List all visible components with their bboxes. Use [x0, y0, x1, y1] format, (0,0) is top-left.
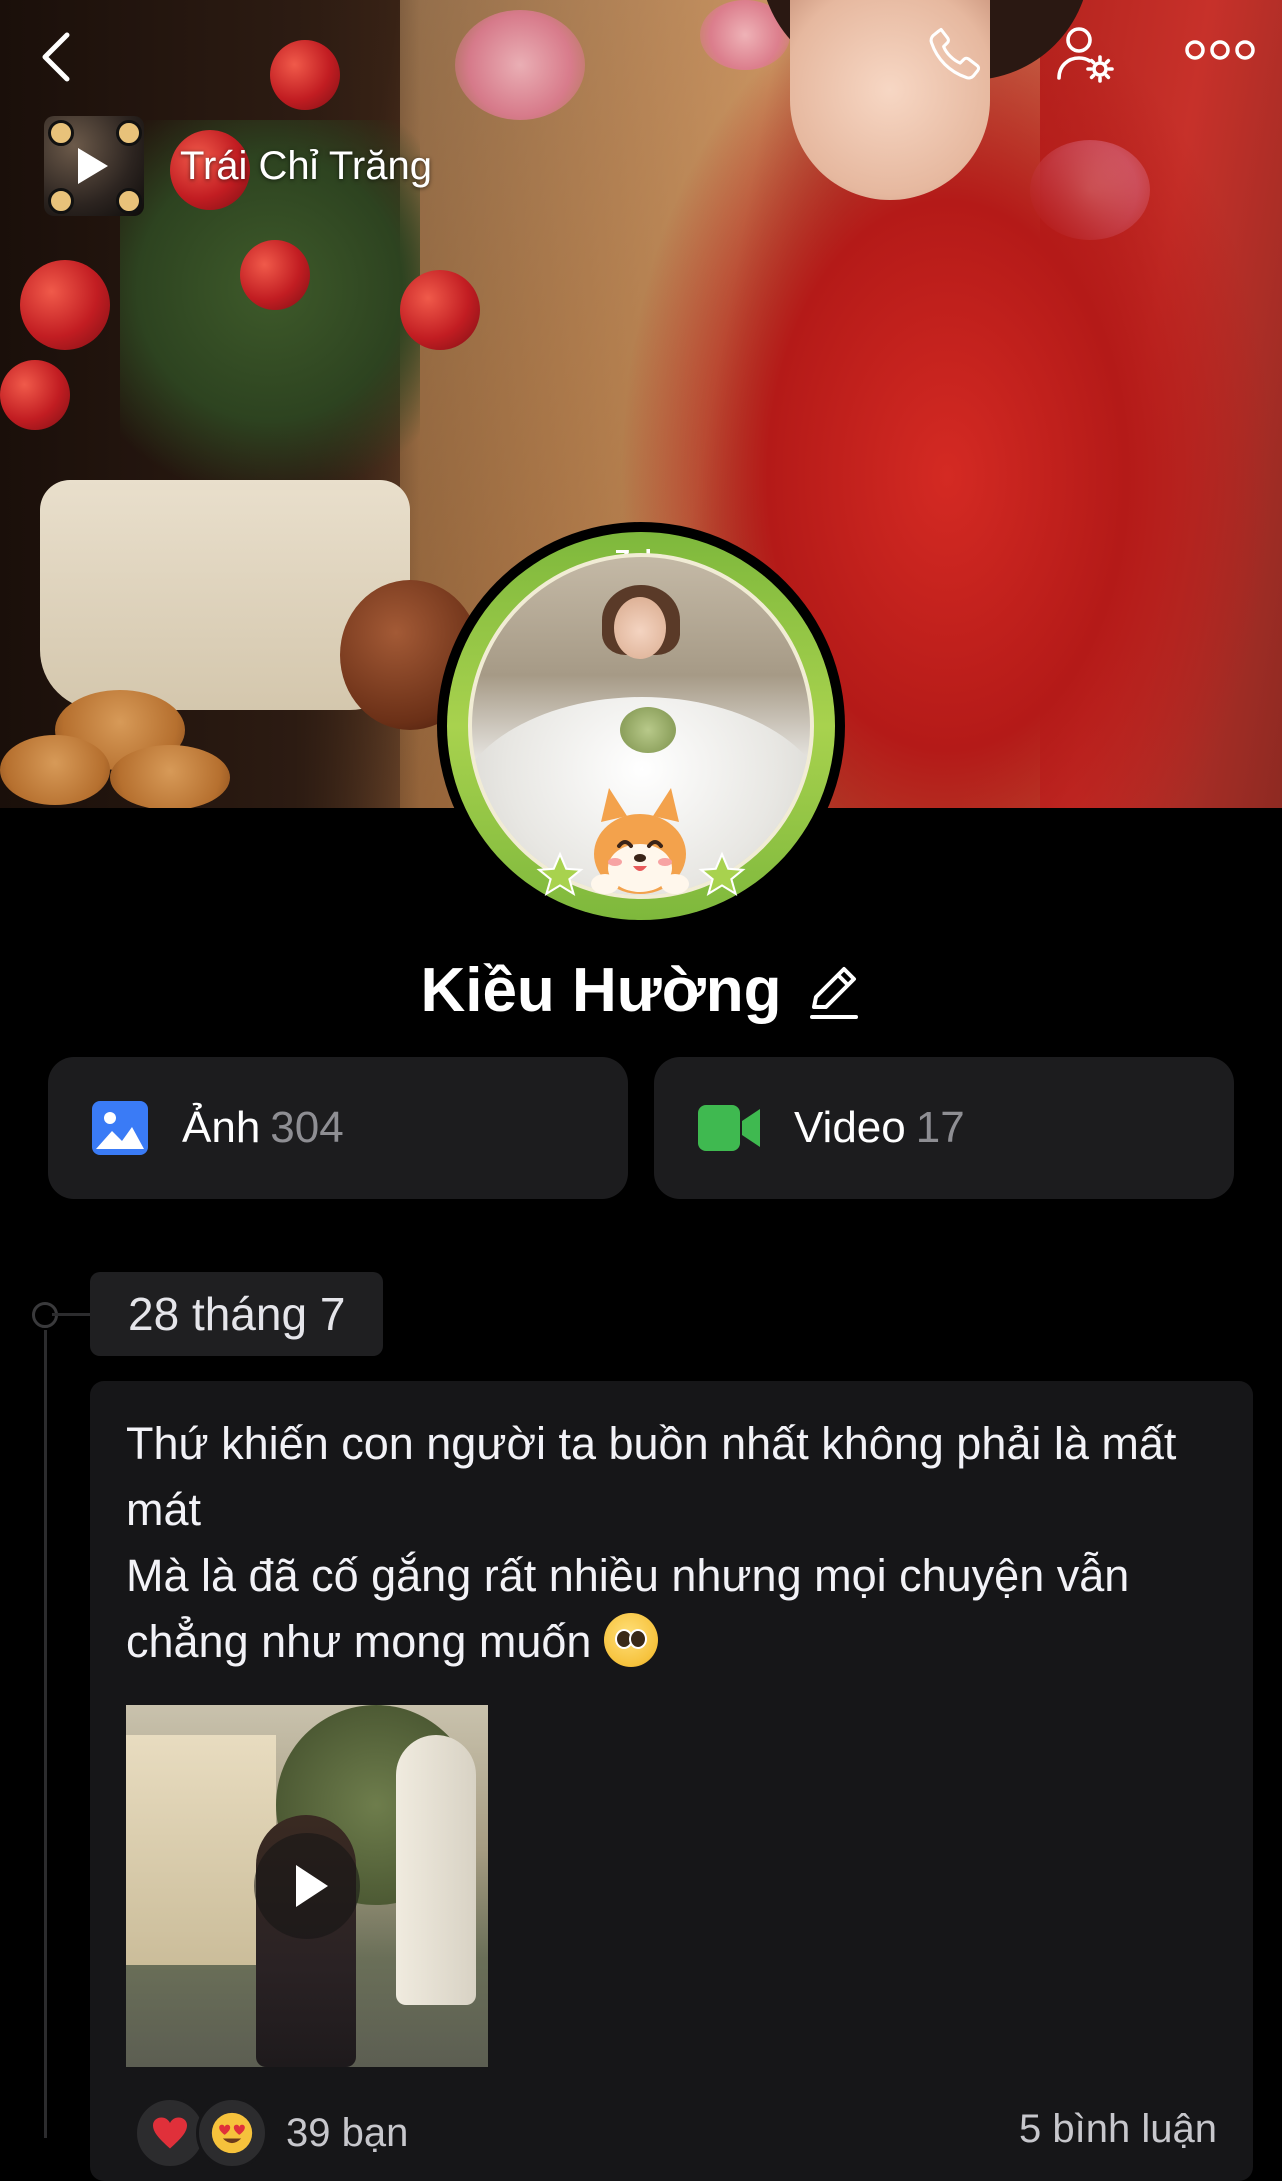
profile-music[interactable]: Trái Chỉ Trăng: [44, 116, 432, 216]
cover-pomegranate: [240, 240, 310, 310]
more-horizontal-icon: [1185, 40, 1255, 60]
avatar-frame: Zalo: [447, 532, 835, 920]
timeline-connector: [52, 1313, 90, 1316]
photos-label: Ảnh: [182, 1103, 261, 1152]
photos-count: 304: [270, 1103, 344, 1152]
profile-settings-button[interactable]: [1045, 14, 1125, 94]
photo-icon: [92, 1101, 148, 1155]
cover-pomegranate: [270, 40, 340, 110]
more-options-button[interactable]: [1175, 20, 1265, 80]
decor-dot: [116, 188, 142, 214]
post-video-thumbnail[interactable]: [126, 1705, 488, 2067]
cover-mooncake: [110, 745, 230, 808]
edit-name-button[interactable]: [806, 961, 862, 1021]
avatar-bouquet: [620, 707, 676, 753]
call-button[interactable]: [915, 14, 995, 94]
avatar-face: [614, 597, 666, 659]
pleading-face-icon: [603, 1613, 658, 1667]
videos-button[interactable]: Video 17: [654, 1057, 1234, 1199]
shiba-sticker-icon: [591, 788, 689, 894]
user-settings-icon: [1057, 27, 1114, 83]
music-thumbnail[interactable]: [44, 116, 144, 216]
decor-dot: [48, 120, 74, 146]
timeline-line: [44, 1330, 47, 2138]
music-title: Trái Chỉ Trăng: [180, 143, 432, 188]
post-reactions[interactable]: 39 bạn: [134, 2097, 408, 2169]
photos-button[interactable]: Ảnh 304: [48, 1057, 628, 1199]
videos-label: Video: [794, 1103, 906, 1152]
heart-eyes-reaction-icon: [196, 2097, 268, 2169]
video-camera-icon: [698, 1105, 760, 1151]
post-text: Thứ khiến con người ta buồn nhất không p…: [126, 1411, 1216, 1675]
pencil-icon: [809, 966, 858, 1019]
thumb-building: [126, 1735, 276, 1965]
profile-name: Kiều Hường: [420, 956, 782, 1025]
timeline-post[interactable]: Thứ khiến con người ta buồn nhất không p…: [90, 1381, 1253, 2181]
cover-pomegranate: [400, 270, 480, 350]
phone-icon: [929, 27, 981, 80]
chevron-left-icon: [42, 32, 70, 82]
timeline-date: 28 tháng 7: [90, 1272, 384, 1356]
thumb-umbrella: [396, 1735, 476, 2005]
cover-pomegranate: [20, 260, 110, 350]
decor-dot: [48, 188, 74, 214]
play-icon: [78, 148, 108, 184]
profile-name-row: Kiều Hường: [0, 955, 1282, 1026]
star-icon: [536, 851, 584, 897]
cover-mooncake: [0, 735, 110, 805]
videos-count: 17: [915, 1103, 965, 1152]
profile-avatar[interactable]: Zalo: [437, 522, 845, 930]
comments-link[interactable]: 5 bình luận: [1019, 2107, 1217, 2152]
reaction-count: 39 bạn: [286, 2110, 409, 2155]
star-icon: [698, 851, 746, 897]
decor-dot: [116, 120, 142, 146]
back-button[interactable]: [22, 22, 92, 92]
cover-pomegranate: [0, 360, 70, 430]
play-button-icon[interactable]: [254, 1833, 360, 1939]
